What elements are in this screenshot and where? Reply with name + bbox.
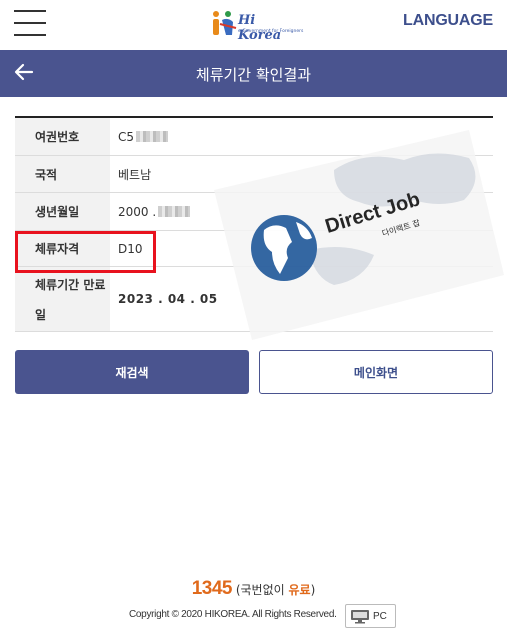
birthdate-label: 생년월일 bbox=[15, 193, 110, 230]
copyright-text: Copyright © 2020 HIKOREA. All Rights Res… bbox=[129, 609, 337, 620]
top-header: Hi Korea e-Government for Foreigners LAN… bbox=[0, 0, 507, 46]
redacted-mask bbox=[136, 131, 169, 142]
pc-label: PC bbox=[373, 611, 387, 622]
expiry-label: 체류기간 만료일 bbox=[15, 267, 110, 331]
logo-mark-icon bbox=[213, 11, 237, 35]
language-button[interactable]: LANGUAGE bbox=[403, 12, 493, 30]
table-row-nationality: 국적 베트남 bbox=[15, 156, 493, 193]
redacted-mask bbox=[158, 206, 191, 217]
visa-status-value: D10 bbox=[118, 241, 143, 256]
research-button[interactable]: 재검색 bbox=[15, 350, 249, 394]
table-row-expiry: 체류기간 만료일 2023 . 04 . 05 bbox=[15, 267, 493, 332]
nationality-label: 국적 bbox=[15, 156, 110, 192]
phone-note-suffix: ) bbox=[310, 583, 316, 597]
menu-icon[interactable] bbox=[14, 9, 46, 37]
title-bar: 체류기간 확인결과 bbox=[0, 50, 507, 97]
phone-number[interactable]: 1345 bbox=[192, 578, 233, 599]
passport-label: 여권번호 bbox=[15, 118, 110, 155]
page-title: 체류기간 확인결과 bbox=[195, 66, 312, 84]
table-row-birthdate: 생년월일 2000 . bbox=[15, 193, 493, 231]
pc-version-button[interactable]: PC bbox=[345, 604, 396, 628]
hikorea-logo[interactable]: Hi Korea e-Government for Foreigners bbox=[208, 6, 304, 43]
visa-status-highlight-box bbox=[15, 231, 156, 273]
monitor-icon bbox=[351, 610, 369, 624]
phone-note-prefix: (국번없이 bbox=[235, 583, 289, 597]
birthdate-value: 2000 . bbox=[110, 193, 493, 230]
logo-subtitle: e-Government for Foreigners bbox=[238, 29, 304, 34]
main-page-button[interactable]: 메인화면 bbox=[259, 350, 493, 394]
passport-value: C5 bbox=[110, 118, 493, 155]
nationality-value: 베트남 bbox=[118, 167, 152, 182]
call-center-info: 1345 (국번없이 유료) bbox=[0, 578, 507, 600]
expiry-value: 2023 . 04 . 05 bbox=[118, 292, 218, 306]
phone-paid-label: 유료 bbox=[288, 583, 311, 597]
stay-info-table: 여권번호 C5 국적 베트남 생년월일 2000 . 체류자격 D10 체류기간… bbox=[15, 116, 493, 332]
logo-text: Hi Korea bbox=[238, 13, 282, 43]
table-row-passport: 여권번호 C5 bbox=[15, 118, 493, 156]
